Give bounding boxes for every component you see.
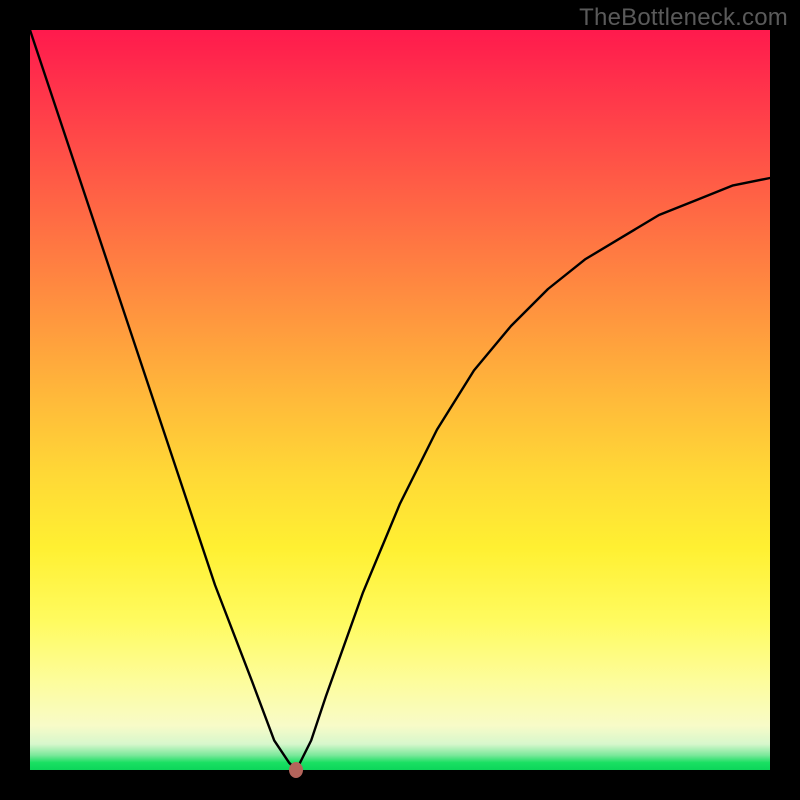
plot-area bbox=[30, 30, 770, 770]
optimum-marker bbox=[289, 762, 303, 778]
curve-left-branch bbox=[30, 30, 296, 770]
curve-right-branch bbox=[296, 178, 770, 770]
curve-svg bbox=[30, 30, 770, 770]
chart-container: TheBottleneck.com bbox=[0, 0, 800, 800]
watermark-text: TheBottleneck.com bbox=[579, 4, 788, 32]
